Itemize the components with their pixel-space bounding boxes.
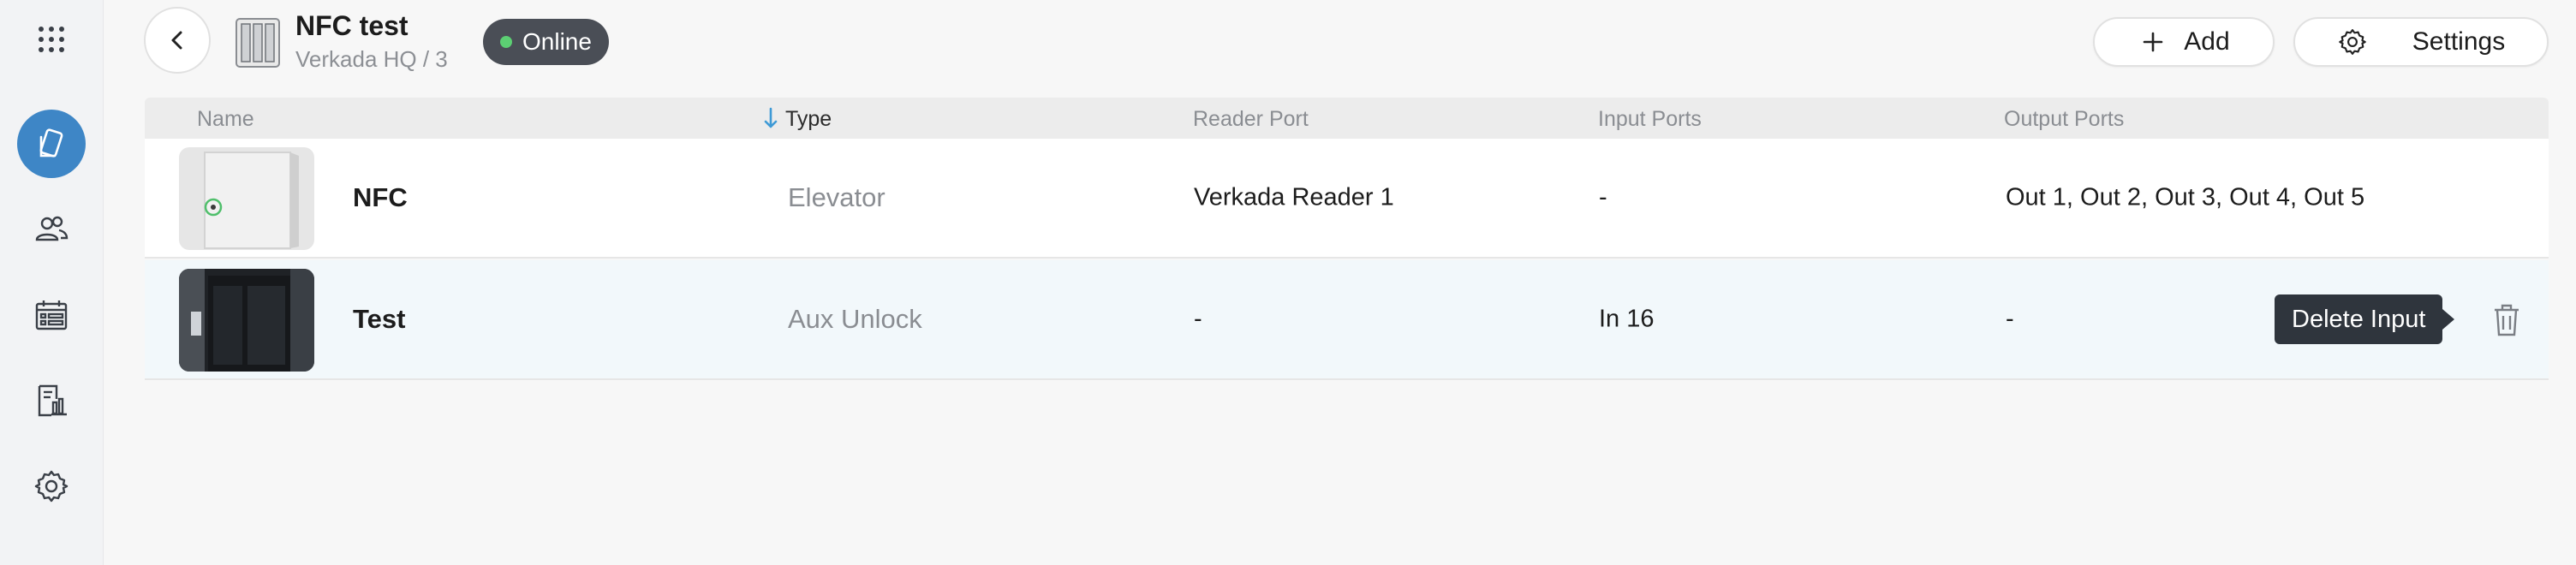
sort-down-arrow-icon bbox=[764, 107, 778, 128]
column-header-name[interactable]: Name bbox=[197, 107, 254, 132]
column-header-reader-port[interactable]: Reader Port bbox=[1193, 107, 1309, 132]
breadcrumb: Verkada HQ / 3 bbox=[295, 46, 448, 72]
apps-grid-icon[interactable] bbox=[17, 5, 86, 74]
users-icon bbox=[35, 216, 69, 241]
online-dot-icon bbox=[500, 36, 512, 48]
calendar-icon bbox=[35, 300, 68, 330]
gear-icon bbox=[34, 470, 69, 503]
settings-button[interactable]: Settings bbox=[2293, 17, 2549, 67]
add-label: Add bbox=[2184, 27, 2230, 56]
input-thumbnail bbox=[179, 269, 314, 372]
row-reader-port: Verkada Reader 1 bbox=[1194, 183, 1394, 211]
gear-icon bbox=[2339, 29, 2366, 55]
row-input-ports: In 16 bbox=[1599, 305, 1655, 333]
delete-input-button[interactable] bbox=[2488, 300, 2525, 341]
column-header-output-ports[interactable]: Output Ports bbox=[2004, 107, 2124, 132]
page-title: NFC test bbox=[295, 10, 408, 41]
row-type: Aux Unlock bbox=[788, 304, 922, 334]
row-input-ports: - bbox=[1599, 183, 1607, 211]
column-header-input-ports[interactable]: Input Ports bbox=[1598, 107, 1702, 132]
row-name: NFC bbox=[353, 182, 408, 212]
sidebar-item-reports[interactable] bbox=[17, 366, 86, 435]
column-header-type[interactable]: Type bbox=[785, 107, 832, 132]
chevron-left-icon bbox=[171, 31, 182, 50]
sidebar-item-settings[interactable] bbox=[17, 452, 86, 520]
row-output-ports: - bbox=[2006, 305, 2014, 333]
row-name: Test bbox=[353, 304, 406, 334]
trash-icon bbox=[2495, 304, 2519, 336]
sidebar-item-schedules[interactable] bbox=[17, 281, 86, 349]
table-row[interactable]: NFC Elevator Verkada Reader 1 - Out 1, O… bbox=[145, 139, 2549, 259]
status-label: Online bbox=[522, 28, 592, 55]
plus-icon bbox=[2143, 32, 2163, 52]
row-reader-port: - bbox=[1194, 305, 1202, 333]
add-button[interactable]: Add bbox=[2093, 17, 2275, 67]
table-header: Name Type Reader Port Input Ports Output… bbox=[145, 98, 2549, 139]
back-button[interactable] bbox=[144, 7, 211, 74]
sidebar-item-users[interactable] bbox=[17, 195, 86, 264]
reader-thumbnail bbox=[179, 147, 314, 250]
sidebar-item-access[interactable] bbox=[17, 110, 86, 178]
door-controller-icon bbox=[236, 18, 280, 68]
reports-icon bbox=[38, 384, 67, 417]
table-row[interactable]: Test Aux Unlock - In 16 - bbox=[145, 260, 2549, 380]
status-badge: Online bbox=[483, 19, 609, 65]
delete-tooltip: Delete Input bbox=[2275, 294, 2455, 344]
sidebar bbox=[0, 0, 104, 565]
access-card-icon bbox=[39, 128, 63, 158]
settings-label: Settings bbox=[2412, 27, 2506, 56]
row-output-ports: Out 1, Out 2, Out 3, Out 4, Out 5 bbox=[2006, 183, 2365, 211]
row-type: Elevator bbox=[788, 182, 886, 212]
